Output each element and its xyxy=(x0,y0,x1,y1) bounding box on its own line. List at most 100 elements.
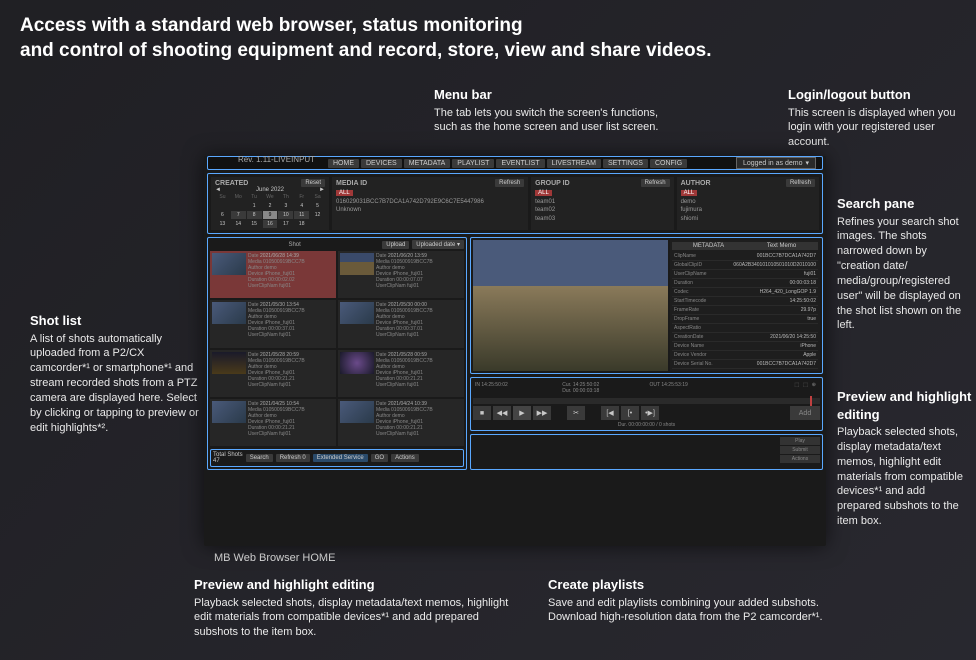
refresh-button[interactable]: Refresh xyxy=(786,179,815,187)
shot-item[interactable]: Date 2021/06/20 13:59 Media 010500919BCC… xyxy=(338,251,464,298)
chevron-down-icon: ▾ xyxy=(805,159,809,167)
shot-thumbnail xyxy=(340,352,374,374)
tab-devices[interactable]: DEVICES xyxy=(361,159,402,168)
refresh-button[interactable]: Refresh xyxy=(641,179,670,187)
tab-settings[interactable]: SETTINGS xyxy=(603,159,648,168)
list-item[interactable]: team02 xyxy=(535,206,669,214)
shot-item[interactable]: Date 2021/05/28 00:59 Media 010500919BCC… xyxy=(338,350,464,397)
calendar-day[interactable]: 18 xyxy=(294,220,309,228)
shot-footer: Total Shots47 Search Refresh 0 Extended … xyxy=(210,449,464,467)
shot-item[interactable]: Date 2021/05/30 00:00 Media 010500919BCC… xyxy=(338,300,464,347)
add-button[interactable]: Add xyxy=(790,406,820,420)
play-button[interactable]: Play xyxy=(780,437,820,445)
tab-home[interactable]: HOME xyxy=(328,159,359,168)
list-item[interactable]: team03 xyxy=(535,215,669,223)
calendar-day[interactable]: 15 xyxy=(247,220,262,228)
calendar-day[interactable]: 7 xyxy=(231,211,246,219)
tc-icon[interactable]: ⊕ xyxy=(812,382,816,388)
shot-item[interactable]: Date 2021/05/30 13:54 Media 010500919BCC… xyxy=(210,300,336,347)
step-fwd-button[interactable]: ▶▶ xyxy=(533,406,551,420)
search-button[interactable]: Search xyxy=(246,454,273,462)
step-back-button[interactable]: ◀◀ xyxy=(493,406,511,420)
item-drop-area[interactable] xyxy=(473,437,780,467)
calendar-day[interactable]: 12 xyxy=(310,211,325,219)
calendar-day[interactable] xyxy=(231,202,246,210)
callout-searchpane: Search paneRefines your search shot imag… xyxy=(837,195,972,333)
shot-list-panel: Shot Upload Uploaded date ▾ Date 2021/06… xyxy=(207,237,467,470)
list-item[interactable]: demo xyxy=(681,198,815,206)
metadata-row: DropFrametrue xyxy=(672,315,818,324)
reset-button[interactable]: Reset xyxy=(301,179,325,187)
mark-in-button[interactable]: [◀ xyxy=(601,406,619,420)
callout-menubar: Menu barThe tab lets you switch the scre… xyxy=(434,86,679,135)
list-item[interactable]: fujimura xyxy=(681,206,815,214)
actions-button[interactable]: Actions xyxy=(391,454,419,462)
calendar-day[interactable]: 2 xyxy=(263,202,278,210)
calendar-day[interactable]: 6 xyxy=(215,211,230,219)
transport-panel: IN 14:25:50:02 Cur. 14:25:50:02Dur. 00:0… xyxy=(470,377,823,431)
refresh-button[interactable]: Refresh 0 xyxy=(276,454,310,462)
tab-config[interactable]: CONFIG xyxy=(650,159,687,168)
play-button[interactable]: ▶ xyxy=(513,406,531,420)
tc-icon[interactable]: ⬚ xyxy=(794,382,799,388)
calendar-day[interactable]: 14 xyxy=(231,220,246,228)
metadata-row: Device Serial No.001BCC7B7DCA1A742D7 xyxy=(672,360,818,369)
timeline-scrubber[interactable] xyxy=(473,398,820,404)
shot-item[interactable]: Date 2021/05/28 20:59 Media 010500919BCC… xyxy=(210,350,336,397)
all-tag[interactable]: ALL xyxy=(535,190,552,196)
tab-metadata[interactable]: METADATA xyxy=(404,159,451,168)
login-status[interactable]: Logged in as demo▾ xyxy=(736,157,816,169)
metadata-row: Device NameiPhone xyxy=(672,342,818,351)
calendar-day[interactable] xyxy=(215,202,230,210)
stop-button[interactable]: ■ xyxy=(473,406,491,420)
tab-livestream[interactable]: LIVESTREAM xyxy=(547,159,601,168)
cut-button[interactable]: ✂ xyxy=(567,406,585,420)
mark-out-button[interactable]: •▶] xyxy=(641,406,659,420)
calendar-day[interactable]: 5 xyxy=(310,202,325,210)
tab-eventlist[interactable]: EVENTLIST xyxy=(496,159,544,168)
tc-icon[interactable]: ⬚ xyxy=(803,382,808,388)
preview-video[interactable] xyxy=(473,240,668,371)
calendar-day[interactable]: 3 xyxy=(278,202,293,210)
preview-panel: METADATA Text Memo ClipName001BCC7B7DCA1… xyxy=(470,237,823,374)
shot-item[interactable]: Date 2021/04/25 10:54 Media 010500919BCC… xyxy=(210,399,336,446)
calendar-day[interactable]: 17 xyxy=(278,220,293,228)
mark-button[interactable]: [• xyxy=(621,406,639,420)
upload-button[interactable]: Upload xyxy=(382,241,409,249)
all-tag[interactable]: ALL xyxy=(336,190,353,196)
go-button[interactable]: GO xyxy=(371,454,388,462)
tab-playlist[interactable]: PLAYLIST xyxy=(452,159,494,168)
submit-button[interactable]: Submit xyxy=(780,446,820,454)
metadata-row: AspectRatio xyxy=(672,324,818,333)
author-pane: AUTHORRefresh ALL demofujimurashiomi xyxy=(677,177,819,230)
callout-shotlist: Shot listA list of shots automatically u… xyxy=(30,312,200,435)
calendar-day[interactable]: 13 xyxy=(215,220,230,228)
media-pane: MEDIA IDRefresh ALL 016029031BCC7B7DCA1A… xyxy=(332,177,528,230)
shot-item[interactable]: Date 2021/04/24 10:39 Media 010500919BCC… xyxy=(338,399,464,446)
metadata-row: FrameRate29.97p xyxy=(672,306,818,315)
calendar-day[interactable]: 16 xyxy=(263,220,278,228)
callout-preview-bottom: Preview and highlight editingPlayback se… xyxy=(194,576,514,640)
calendar-day[interactable]: 1 xyxy=(247,202,262,210)
calendar-day[interactable]: 11 xyxy=(294,211,309,219)
calendar-day[interactable]: 8 xyxy=(247,211,262,219)
all-tag[interactable]: ALL xyxy=(681,190,698,196)
metadata-row: UserClipNamefuji01 xyxy=(672,270,818,279)
tab-textmemo[interactable]: Text Memo xyxy=(745,242,818,250)
list-item[interactable]: Unknown xyxy=(336,206,524,214)
actions-button[interactable]: Actions xyxy=(780,455,820,463)
refresh-button[interactable]: Refresh xyxy=(495,179,524,187)
app-window: Rev. 1.11-LIVEINPUT HOMEDEVICESMETADATAP… xyxy=(204,156,826,546)
calendar-day[interactable]: 10 xyxy=(278,211,293,219)
shot-item[interactable]: Date 2021/06/28 14:39 Media 010500919BCC… xyxy=(210,251,336,298)
extended-service-button[interactable]: Extended Service xyxy=(313,454,368,462)
sort-dropdown[interactable]: Uploaded date ▾ xyxy=(412,240,464,249)
shot-thumbnail xyxy=(340,253,374,275)
calendar-day[interactable]: 9 xyxy=(263,211,278,219)
tab-metadata[interactable]: METADATA xyxy=(672,242,745,250)
list-item[interactable]: 016029031BCC7B7DCA1A742D792E9C6C7E544798… xyxy=(336,198,524,206)
created-pane: CREATED Reset ◄June 2022► SuMoTuWeThFrSa… xyxy=(211,177,329,230)
list-item[interactable]: shiomi xyxy=(681,215,815,223)
list-item[interactable]: team01 xyxy=(535,198,669,206)
calendar-day[interactable]: 4 xyxy=(294,202,309,210)
